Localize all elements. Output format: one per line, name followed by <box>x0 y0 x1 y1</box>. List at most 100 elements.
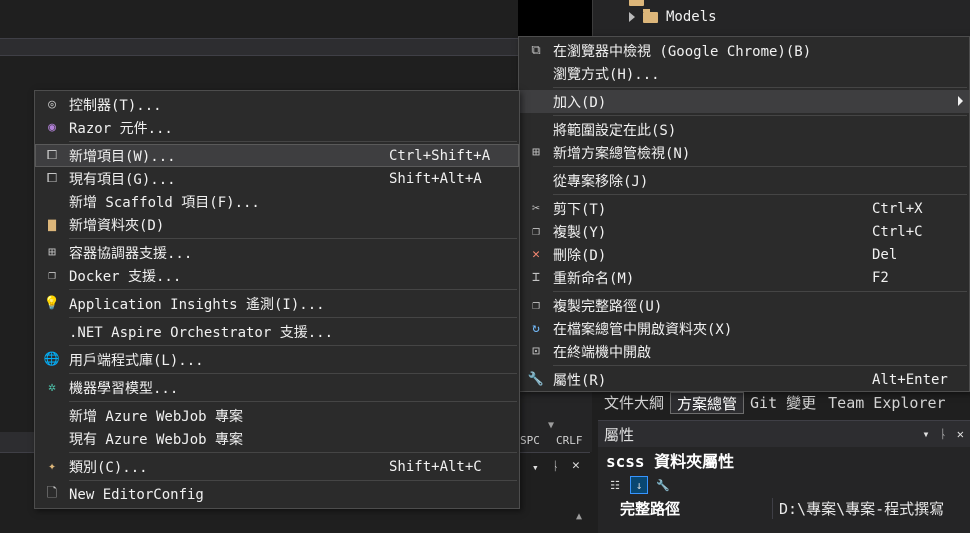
menu-item-open-in-terminal[interactable]: ⊡ 在終端機中開啟 <box>519 340 969 363</box>
separator <box>69 373 517 374</box>
properties-header-label: 屬性 <box>604 425 635 444</box>
scroll-up-icon[interactable]: ▲ <box>576 511 582 522</box>
separator <box>553 365 967 366</box>
properties-title: scss 資料夾屬性 <box>606 452 735 471</box>
menu-item-docker-support[interactable]: ❐ Docker 支援... <box>35 264 519 287</box>
separator <box>69 317 517 318</box>
property-row[interactable]: 完整路徑 D:\專案\專案-程式撰寫 <box>598 497 970 519</box>
separator <box>69 345 517 346</box>
menu-item-rename[interactable]: ⌶ 重新命名(M) F2 <box>519 266 969 289</box>
menu-item-client-library[interactable]: 🌐 用戶端程式庫(L)... <box>35 348 519 371</box>
tree-row-models[interactable]: Models <box>629 8 717 26</box>
delete-icon: ✕ <box>532 247 540 262</box>
docker-icon: ❐ <box>48 268 56 283</box>
tab-solution-explorer[interactable]: 方案總管 <box>670 392 745 414</box>
property-pages-icon[interactable]: 🔧 <box>654 476 672 494</box>
browser-icon: ⧉ <box>531 43 541 58</box>
close-icon[interactable]: ✕ <box>957 427 964 441</box>
property-key: 完整路徑 <box>620 499 681 518</box>
terminal-icon: ⊡ <box>532 344 540 359</box>
menu-item-ml-model[interactable]: ✲ 機器學習模型... <box>35 376 519 399</box>
submenu-arrow-icon <box>958 96 963 106</box>
menu-item-add[interactable]: 加入(D) <box>519 90 969 113</box>
menu-item-new-editorconfig[interactable]: 🗋 New EditorConfig <box>35 483 519 506</box>
editorconfig-icon: 🗋 <box>46 485 58 501</box>
solution-explorer-tree: Models <box>592 0 970 36</box>
separator <box>69 452 517 453</box>
menu-item-class[interactable]: ✦ 類別(C)... Shift+Alt+C <box>35 455 519 478</box>
separator <box>69 401 517 402</box>
insights-icon: 💡 <box>43 296 61 311</box>
property-value: D:\專案\專案-程式撰寫 <box>772 497 970 519</box>
menu-item-delete[interactable]: ✕ 刪除(D) Del <box>519 243 969 266</box>
menu-item-view-in-browser[interactable]: ⧉ 在瀏覽器中檢視 (Google Chrome)(B) <box>519 39 969 62</box>
separator <box>553 291 967 292</box>
menu-item-scope-to-this[interactable]: 將範圍設定在此(S) <box>519 118 969 141</box>
separator <box>69 480 517 481</box>
menu-item-copy[interactable]: ❐ 複製(Y) Ctrl+C <box>519 220 969 243</box>
new-folder-icon: ▆ <box>48 217 56 232</box>
menu-item-new-azure-webjob[interactable]: 新增 Azure WebJob 專案 <box>35 404 519 427</box>
separator <box>553 166 967 167</box>
menu-item-new-solution-view[interactable]: ⊞ 新增方案總管檢視(N) <box>519 141 969 164</box>
separator <box>553 115 967 116</box>
menu-item-properties[interactable]: 🔧 屬性(R) Alt+Enter <box>519 368 969 391</box>
menu-item-razor-component[interactable]: ◉ Razor 元件... <box>35 116 519 139</box>
alphabetical-icon[interactable]: ↓ <box>630 476 648 494</box>
tree-label-models: Models <box>666 9 717 25</box>
copy-icon: ❐ <box>532 224 540 239</box>
scroll-down-icon[interactable]: ▼ <box>548 420 554 431</box>
close-icon[interactable]: ✕ <box>572 458 580 473</box>
separator <box>553 87 967 88</box>
menu-item-existing-azure-webjob[interactable]: 現有 Azure WebJob 專案 <box>35 427 519 450</box>
context-menu: ⧉ 在瀏覽器中檢視 (Google Chrome)(B) 瀏覽方式(H)... … <box>518 36 970 392</box>
tab-document-outline[interactable]: 文件大綱 <box>598 392 670 414</box>
editor-status-area: ▼ SPC CRLF <box>518 392 592 452</box>
menu-item-container-orchestrator[interactable]: ⊞ 容器協調器支援... <box>35 241 519 264</box>
separator <box>69 289 517 290</box>
menu-item-new-item[interactable]: ⧠ 新增項目(W)... Ctrl+Shift+A <box>35 144 519 167</box>
categorized-icon[interactable]: ☷ <box>606 476 624 494</box>
pin-icon[interactable]: ᚿ <box>940 427 947 441</box>
menu-item-new-folder[interactable]: ▆ 新增資料夾(D) <box>35 213 519 236</box>
cut-icon: ✂ <box>532 201 540 216</box>
tool-window-tabs: 文件大綱 方案總管 Git 變更 Team Explorer <box>598 391 970 415</box>
menu-item-aspire-orchestrator[interactable]: .NET Aspire Orchestrator 支援... <box>35 320 519 343</box>
line-ending-indicator[interactable]: CRLF <box>556 434 583 447</box>
add-submenu: ◎ 控制器(T)... ◉ Razor 元件... ⧠ 新增項目(W)... C… <box>34 90 520 509</box>
panel-dropdown-icon[interactable]: ▾ <box>922 427 929 441</box>
panel-dropdown-icon[interactable]: ▾ <box>532 461 539 474</box>
new-view-icon: ⊞ <box>532 145 540 160</box>
separator <box>69 141 517 142</box>
menu-item-existing-item[interactable]: ⧠ 現有項目(G)... Shift+Alt+A <box>35 167 519 190</box>
globe-icon: 🌐 <box>43 352 61 367</box>
folder-icon <box>643 8 658 23</box>
separator <box>69 238 517 239</box>
rename-icon: ⌶ <box>532 270 540 285</box>
menu-item-copy-full-path[interactable]: ❐ 複製完整路徑(U) <box>519 294 969 317</box>
menu-item-controller[interactable]: ◎ 控制器(T)... <box>35 93 519 116</box>
tab-team-explorer[interactable]: Team Explorer <box>822 392 951 414</box>
existing-item-icon: ⧠ <box>46 171 58 186</box>
tab-git-changes[interactable]: Git 變更 <box>744 392 822 414</box>
controller-icon: ◎ <box>48 97 56 112</box>
pin-icon[interactable]: ᚿ <box>552 459 559 473</box>
menu-item-new-scaffold[interactable]: 新增 Scaffold 項目(F)... <box>35 190 519 213</box>
menu-item-cut[interactable]: ✂ 剪下(T) Ctrl+X <box>519 197 969 220</box>
properties-toolbar: ☷ ↓ 🔧 <box>598 473 970 497</box>
properties-panel: 屬性 ▾ ᚿ ✕ scss 資料夾屬性 ☷ ↓ 🔧 完整路徑 D:\專案\專案-… <box>598 420 970 533</box>
properties-header: 屬性 ▾ ᚿ ✕ <box>598 421 970 447</box>
container-icon: ⊞ <box>48 245 56 260</box>
menu-item-browse-with[interactable]: 瀏覽方式(H)... <box>519 62 969 85</box>
whitespace-indicator[interactable]: SPC <box>520 434 540 447</box>
menu-item-application-insights[interactable]: 💡 Application Insights 遙測(I)... <box>35 292 519 315</box>
menu-item-exclude-from-project[interactable]: 從專案移除(J) <box>519 169 969 192</box>
editor-tab-strip <box>0 38 518 56</box>
expand-arrow-icon[interactable] <box>629 12 635 22</box>
wrench-icon: 🔧 <box>527 372 545 387</box>
razor-icon: ◉ <box>48 120 56 135</box>
ml-icon: ✲ <box>48 380 56 395</box>
menu-item-open-in-explorer[interactable]: ↻ 在檔案總管中開啟資料夾(X) <box>519 317 969 340</box>
preview-pane <box>518 0 592 36</box>
folder-icon <box>629 0 644 6</box>
